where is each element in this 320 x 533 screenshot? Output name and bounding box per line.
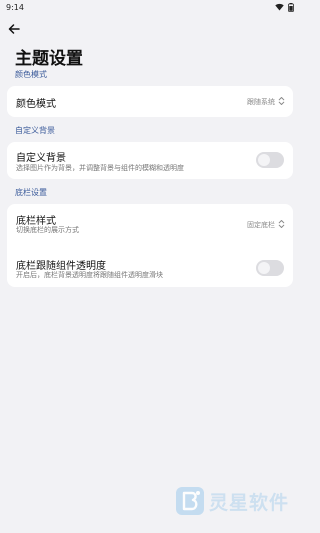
bottom-bar-style-subtitle: 切换底栏的展示方式 [16, 226, 79, 234]
custom-background-toggle[interactable] [256, 152, 284, 168]
section-header-color-mode: 颜色模式 [15, 70, 47, 79]
custom-background-row[interactable]: 自定义背景 选择图片作为背景，并调整背景与组件的模糊和透明度 [7, 142, 293, 179]
wifi-icon [275, 3, 284, 11]
back-button[interactable] [7, 23, 21, 35]
color-mode-row[interactable]: 颜色模式 跟随系统 [7, 86, 293, 117]
bottom-bar-follow-toggle[interactable] [256, 260, 284, 276]
chevron-up-down-icon [278, 97, 285, 105]
custom-background-subtitle: 选择图片作为背景，并调整背景与组件的模糊和透明度 [16, 164, 184, 172]
bottom-bar-follow-opacity-row[interactable]: 底栏跟随组件透明度 开启后，底栏背景透明度将跟随组件透明度滑块 [7, 248, 293, 287]
section-header-bottom-bar: 底栏设置 [15, 188, 47, 197]
custom-background-title: 自定义背景 [16, 153, 66, 164]
bottom-bar-style-row[interactable]: 底栏样式 切换底栏的展示方式 固定底栏 [7, 204, 293, 244]
toggle-knob [258, 262, 270, 274]
section-header-custom-background: 自定义背景 [15, 126, 55, 135]
status-bar: 9:14 [0, 0, 300, 14]
page-title: 主题设置 [15, 49, 83, 69]
bottom-bar-follow-subtitle: 开启后，底栏背景透明度将跟随组件透明度滑块 [16, 271, 163, 279]
bottom-bar-style-value: 固定底栏 [247, 221, 275, 229]
lingxing-logo-icon [176, 487, 204, 515]
battery-icon [288, 2, 294, 12]
chevron-up-down-icon [278, 220, 285, 228]
theme-settings-screen: 9:14 主题设置 颜色模式 颜色模式 跟随系统 自定义背景 自定义背景 选择图… [0, 0, 300, 533]
bottom-bar-card: 底栏样式 切换底栏的展示方式 固定底栏 底栏跟随组件透明度 开启后，底栏背景透明… [7, 204, 293, 287]
watermark-text: 灵星软件 [209, 491, 290, 514]
color-mode-value: 跟随系统 [247, 98, 275, 106]
status-time: 9:14 [6, 2, 24, 12]
status-icons [275, 2, 294, 12]
arrow-left-icon [8, 24, 20, 34]
watermark: 灵星软件 [175, 486, 289, 516]
toggle-knob [258, 154, 270, 166]
color-mode-title: 颜色模式 [16, 99, 56, 110]
